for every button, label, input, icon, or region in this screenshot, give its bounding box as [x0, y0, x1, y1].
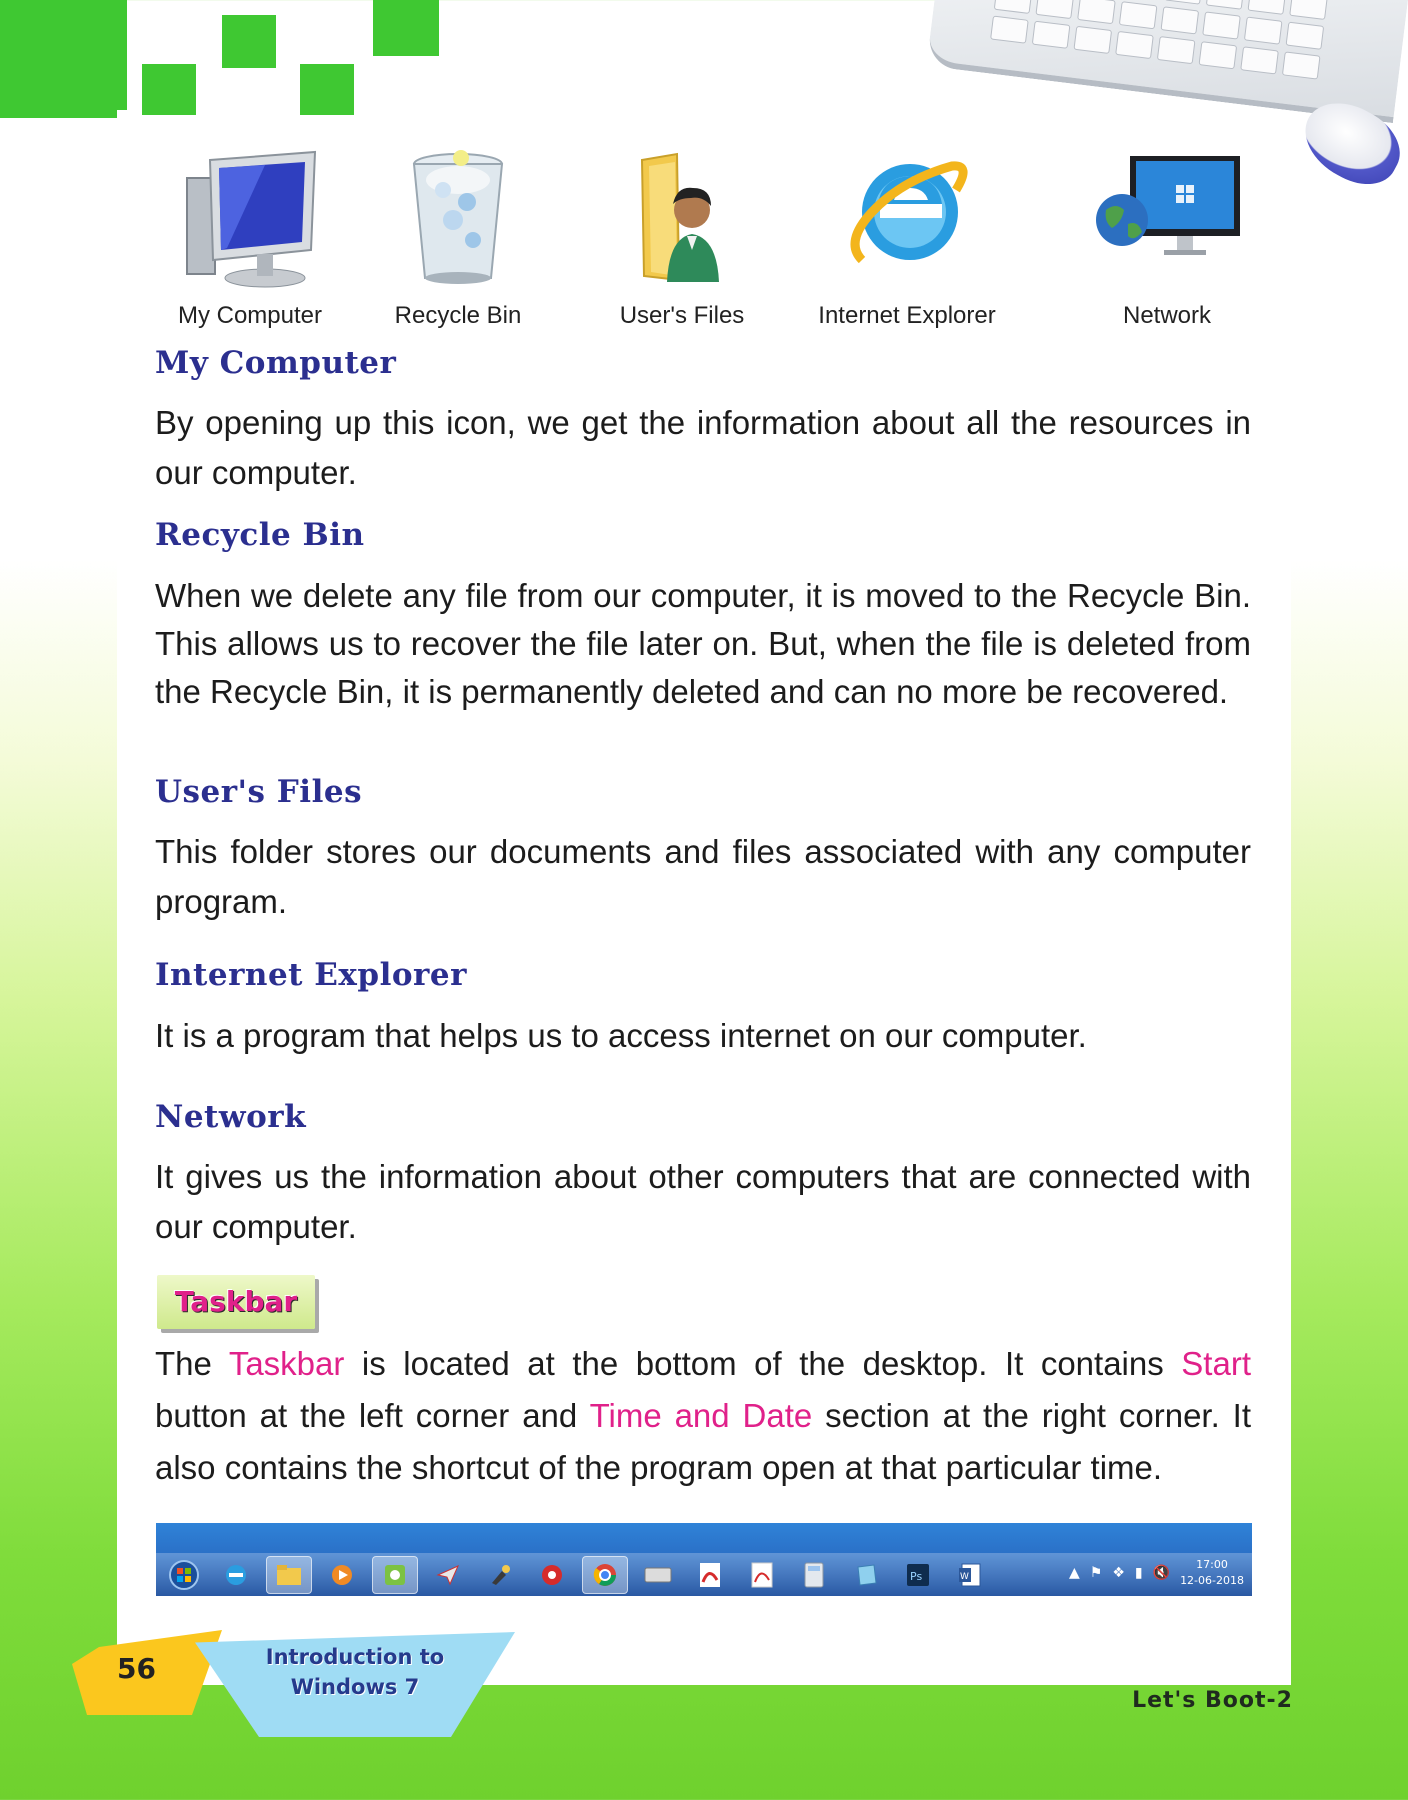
calculator-icon[interactable] [792, 1557, 836, 1593]
recycle-bin-icon [383, 150, 533, 290]
icon-label: My Computer [177, 302, 323, 329]
para-internet-explorer: It is a program that helps us to access … [155, 1017, 1087, 1054]
heading-internet-explorer: Internet Explorer [155, 957, 467, 993]
photoshop-icon[interactable]: Ps [896, 1557, 940, 1593]
page-number: 56 [117, 1652, 156, 1685]
chrome-icon[interactable] [582, 1555, 628, 1594]
chapter-title: Introduction to Windows 7 [235, 1642, 475, 1702]
paint-icon[interactable] [478, 1557, 522, 1593]
user-folder-icon [607, 150, 757, 290]
decor-square [222, 15, 276, 68]
system-tray: ▲ ⚑ ❖ ▮ 🔇 17:00 12-06-2018 [1069, 1557, 1244, 1589]
clock[interactable]: 17:00 12-06-2018 [1180, 1557, 1244, 1589]
folder-icon[interactable] [266, 1555, 312, 1594]
dropbox-icon[interactable]: ❖ [1112, 1565, 1125, 1581]
pdf-icon[interactable] [688, 1557, 732, 1593]
start-orb-icon[interactable] [162, 1557, 206, 1593]
icon-users-files: User's Files [587, 150, 777, 330]
para-my-computer: By opening up this icon, we get the info… [155, 404, 1251, 491]
heading-users-files: User's Files [155, 774, 363, 810]
para-taskbar: The Taskbar is located at the bottom of … [155, 1338, 1251, 1494]
internet-explorer-icon[interactable] [214, 1557, 258, 1593]
windows-taskbar-image: Ps W ▲ ⚑ ❖ ▮ 🔇 17:00 12-06-2018 [156, 1523, 1252, 1596]
volume-muted-icon[interactable]: 🔇 [1153, 1565, 1170, 1581]
word-icon[interactable]: W [948, 1557, 992, 1593]
keyboard-icon[interactable] [636, 1557, 680, 1593]
icon-network: Network [1072, 150, 1262, 330]
signal-icon[interactable]: ▮ [1135, 1565, 1143, 1581]
icon-my-computer: My Computer [155, 150, 345, 330]
icon-label: Internet Explorer [818, 302, 996, 329]
heading-recycle-bin: Recycle Bin [155, 517, 365, 553]
heading-network: Network [155, 1099, 307, 1135]
chapter-title-line2: Windows 7 [290, 1675, 420, 1699]
text: The [155, 1345, 229, 1382]
taskbar-tag: Taskbar [157, 1275, 315, 1329]
icon-internet-explorer: Internet Explorer [812, 150, 1002, 330]
book-name: Let's Boot-2 [1132, 1688, 1293, 1713]
computer-icon [175, 150, 325, 290]
text: button at the left corner and [155, 1397, 590, 1434]
chapter-title-line1: Introduction to [265, 1645, 445, 1669]
network-icon [1092, 150, 1242, 290]
decor-square [117, 0, 127, 110]
text: is located at the bottom of the desktop.… [344, 1345, 1182, 1382]
app-icon[interactable] [372, 1555, 418, 1594]
media-player-icon[interactable] [320, 1557, 364, 1593]
decor-square [0, 0, 117, 118]
record-icon[interactable] [530, 1557, 574, 1593]
para-users-files: This folder stores our documents and fil… [155, 833, 1251, 920]
clock-time: 17:00 [1196, 1558, 1228, 1571]
decor-square [373, 0, 439, 56]
decor-square [300, 64, 354, 117]
icon-label: Recycle Bin [394, 302, 522, 329]
desktop-icons-row: My Computer Recycle Bin User's Files Int… [140, 150, 1270, 340]
clock-date: 12-06-2018 [1180, 1574, 1244, 1587]
decor-square [142, 64, 196, 117]
icon-recycle-bin: Recycle Bin [363, 150, 553, 330]
paper-plane-icon[interactable] [426, 1557, 470, 1593]
tray-arrow-icon[interactable]: ▲ [1069, 1565, 1080, 1581]
heading-my-computer: My Computer [155, 345, 397, 381]
icon-label: User's Files [619, 302, 745, 329]
svg-text:W: W [960, 1572, 969, 1582]
icon-label: Network [1122, 302, 1212, 329]
svg-text:Ps: Ps [910, 1570, 922, 1583]
highlight-time-date: Time and Date [589, 1397, 813, 1434]
flag-icon[interactable]: ⚑ [1090, 1565, 1103, 1581]
pdf-reader-icon[interactable] [740, 1557, 784, 1593]
highlight-taskbar: Taskbar [228, 1345, 345, 1382]
notes-icon[interactable] [844, 1557, 888, 1593]
para-network: It gives us the information about other … [155, 1158, 1251, 1245]
internet-explorer-icon [832, 150, 982, 290]
para-recycle-bin: When we delete any file from our compute… [155, 577, 1251, 710]
highlight-start: Start [1181, 1345, 1251, 1382]
